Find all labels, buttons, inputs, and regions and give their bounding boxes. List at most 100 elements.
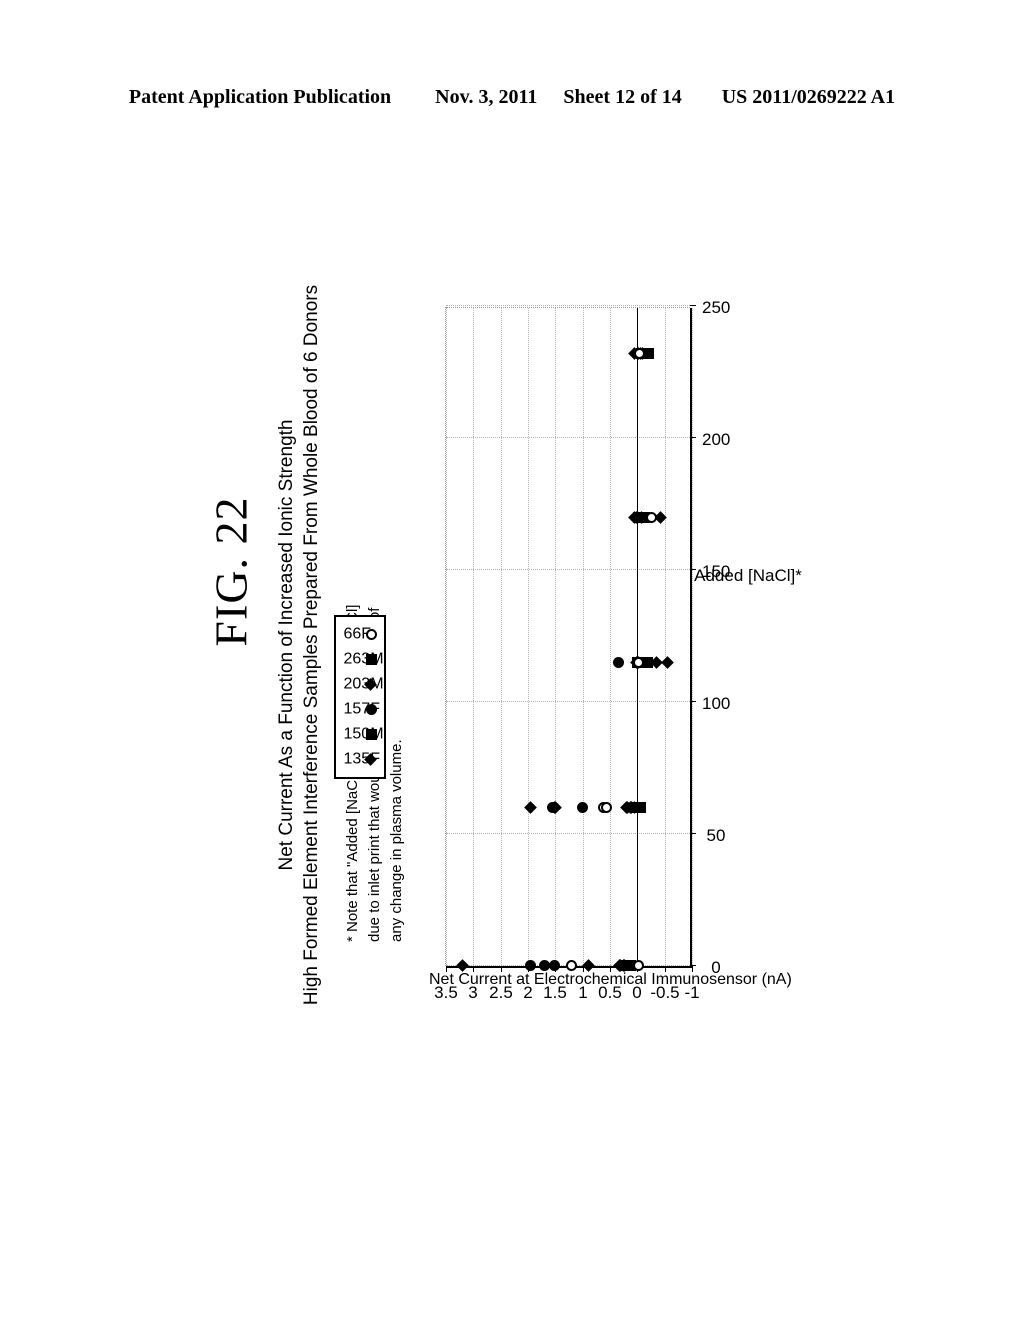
data-point-135F <box>627 510 641 524</box>
x-axis-tick <box>690 965 696 966</box>
data-point-157F <box>634 348 646 360</box>
diamond-marker-icon <box>364 678 378 691</box>
legend-label: 157F <box>343 700 380 718</box>
chart-title: Net Current As a Function of Increased I… <box>276 419 297 871</box>
data-point-150M <box>640 348 652 360</box>
data-point-157F <box>634 511 646 523</box>
data-point-135F <box>630 510 644 524</box>
data-point-203M <box>635 510 649 524</box>
data-point-135F <box>548 801 562 814</box>
legend-marker <box>365 654 377 666</box>
x-tick-label: 250 <box>702 298 731 317</box>
data-point-66F <box>601 802 613 814</box>
data-point-66F <box>634 348 646 360</box>
data-point-157F <box>525 960 537 972</box>
diamond-marker-icon <box>364 753 378 766</box>
gridline-horizontal <box>692 308 693 966</box>
data-point-66F <box>632 656 644 668</box>
plot-area <box>446 305 696 973</box>
data-point-150M <box>636 348 648 360</box>
data-point-135F <box>629 656 643 669</box>
patent-header: Patent Application Publication Nov. 3, 2… <box>0 86 1024 109</box>
data-point-150M <box>632 802 644 814</box>
data-point-203M <box>547 801 561 814</box>
data-point-150M <box>638 656 650 668</box>
data-point-66F <box>566 960 578 972</box>
data-point-135F <box>653 510 667 524</box>
data-point-263M <box>642 348 654 360</box>
legend-marker <box>364 753 378 766</box>
legend-marker <box>365 704 377 716</box>
legend-item-150M: 150M <box>343 725 384 743</box>
data-point-150M <box>629 802 641 814</box>
data-point-135F <box>628 347 641 360</box>
legend-item-66F: 66F <box>343 626 377 643</box>
patent-header-publication: Patent Application Publication <box>128 86 392 108</box>
data-point-157F <box>612 656 624 668</box>
chart-figure: Net Current As a Function of Increased I… <box>270 230 802 1060</box>
data-point-150M <box>634 656 646 668</box>
x-tick-label: 50 <box>706 826 726 845</box>
data-point-135F <box>524 801 538 814</box>
data-point-150M <box>635 511 647 523</box>
legend-item-135F: 135F <box>343 750 380 768</box>
circle-marker-icon <box>365 629 377 640</box>
data-point-263M <box>635 656 647 668</box>
data-point-66F <box>632 960 644 972</box>
patent-header-date: Nov. 3, 2011 <box>435 86 538 108</box>
chart-legend: 135F 150M 157F 203M 263M 66F <box>334 615 386 779</box>
square-marker-icon <box>365 654 377 665</box>
chart-title-block: Net Current As a Function of Increased I… <box>274 230 324 1060</box>
circle-marker-icon <box>365 704 377 715</box>
y-axis-title: Net Current at Electrochemical Immunosen… <box>429 971 792 988</box>
data-point-263M <box>639 348 651 360</box>
data-point-263M <box>631 802 643 814</box>
chart-subtitle: High Formed Element Interference Samples… <box>301 284 323 1006</box>
data-point-157F <box>538 960 550 972</box>
data-point-157F <box>548 960 560 972</box>
data-point-150M <box>638 348 650 360</box>
data-point-150M <box>631 656 643 668</box>
legend-marker <box>365 629 377 641</box>
data-point-263M <box>637 511 649 523</box>
data-point-135F <box>620 801 633 814</box>
data-point-263M <box>625 960 637 972</box>
data-point-157F <box>577 802 589 814</box>
x-tick-label: 200 <box>702 430 731 449</box>
x-axis-title: Added [NaCl]* <box>694 566 802 585</box>
data-point-203M <box>629 510 643 524</box>
legend-label: 203M <box>344 676 384 694</box>
data-point-263M <box>621 960 633 972</box>
data-point-150M <box>623 960 635 972</box>
x-axis-tick <box>690 833 696 834</box>
data-point-150M <box>632 511 644 523</box>
data-point-263M <box>641 656 653 668</box>
legend-items: 135F 150M 157F 203M 263M 66F <box>343 626 384 768</box>
data-point-263M <box>639 656 651 668</box>
data-point-263M <box>637 656 649 668</box>
legend-marker <box>365 729 377 741</box>
legend-label: 150M <box>343 725 384 743</box>
data-point-203M <box>634 347 647 360</box>
data-point-66F <box>597 802 609 814</box>
square-marker-icon <box>365 729 377 740</box>
data-point-263M <box>641 348 653 360</box>
legend-item-263M: 263M <box>343 650 384 668</box>
footnote-line-3: any change in plasma volume. <box>387 739 405 942</box>
data-point-135F <box>624 801 638 814</box>
data-point-135F <box>661 656 674 669</box>
legend-label: 263M <box>343 650 384 668</box>
figure-label: FIG. 22 <box>205 496 257 647</box>
data-point-66F <box>645 511 657 523</box>
data-point-203M <box>625 801 639 814</box>
legend-label: 135F <box>343 750 380 768</box>
x-axis-tick <box>690 305 696 306</box>
legend-marker <box>364 678 378 691</box>
x-axis-tick <box>690 437 696 438</box>
data-point-157F <box>547 802 559 814</box>
data-point-263M <box>639 511 651 523</box>
data-point-203M <box>621 801 634 814</box>
data-point-135F <box>627 801 641 814</box>
data-points-layer <box>446 308 690 973</box>
data-point-203M <box>632 656 645 669</box>
